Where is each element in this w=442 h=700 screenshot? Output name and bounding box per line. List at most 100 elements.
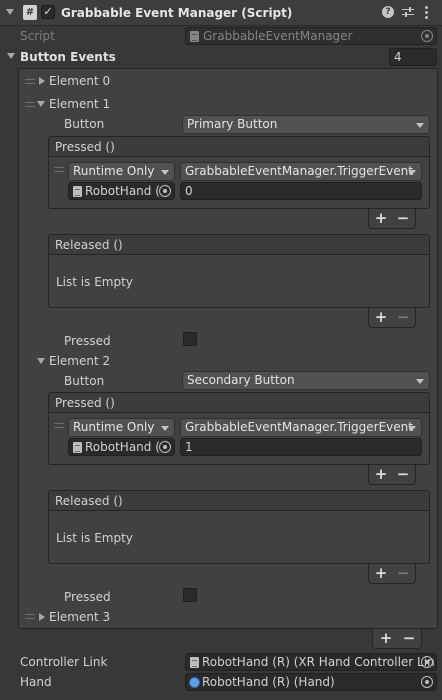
- element-1-foldout-icon[interactable]: [37, 101, 45, 107]
- object-picker-icon[interactable]: [421, 656, 433, 668]
- controller-link-value: RobotHand (R) (XR Hand Controller Lin: [202, 655, 435, 669]
- drag-handle-icon[interactable]: [54, 423, 64, 428]
- element-1-pressed-footer: + −: [368, 209, 416, 229]
- element-1-pressed-title: Pressed (): [49, 137, 429, 157]
- element-1-released-footer: + −: [368, 308, 416, 328]
- plus-icon[interactable]: +: [371, 308, 391, 328]
- script-field: GrabbableEventManager: [185, 27, 437, 45]
- presets-knob-2: [405, 12, 407, 17]
- element-1-function-dropdown[interactable]: GrabbableEventManager.TriggerEvent: [180, 162, 422, 181]
- hand-field[interactable]: RobotHand (R) (Hand): [185, 673, 437, 691]
- element-2-pressed-footer: + −: [368, 465, 416, 485]
- script-file-icon: [73, 186, 82, 197]
- element-2-button-label: Button: [64, 374, 105, 388]
- chevron-down-icon: [416, 379, 424, 384]
- drag-handle-icon[interactable]: [25, 79, 35, 84]
- component-title: Grabbable Event Manager (Script): [61, 6, 293, 20]
- element-1-runtime-dropdown[interactable]: Runtime Only: [68, 162, 175, 181]
- script-label: Script: [20, 29, 55, 43]
- chevron-down-icon: [161, 170, 169, 175]
- object-picker-icon[interactable]: [421, 30, 433, 42]
- element-2-released-title: Released (): [49, 491, 429, 511]
- object-picker-icon[interactable]: [421, 676, 433, 688]
- minus-icon[interactable]: −: [393, 465, 413, 485]
- presets-line-1: [402, 9, 414, 10]
- element-2-label[interactable]: Element 2: [49, 353, 110, 369]
- plus-icon[interactable]: +: [371, 209, 391, 229]
- minus-icon: −: [396, 564, 410, 582]
- element-3-foldout-icon[interactable]: [39, 613, 45, 621]
- chevron-down-icon: [416, 123, 424, 128]
- element-1-target-value: RobotHand (: [85, 184, 160, 198]
- element-2-button-value: Secondary Button: [187, 373, 295, 387]
- object-picker-icon[interactable]: [159, 441, 171, 453]
- plus-icon[interactable]: +: [371, 465, 391, 485]
- element-2-runtime-value: Runtime Only: [73, 420, 155, 434]
- element-1-button-label: Button: [64, 117, 105, 131]
- hand-label: Hand: [20, 675, 52, 689]
- element-1-released-event: Released (): [48, 234, 430, 308]
- drag-handle-icon[interactable]: [25, 614, 35, 619]
- minus-icon[interactable]: −: [399, 629, 419, 649]
- element-2-pressed-checkbox[interactable]: [183, 588, 197, 602]
- drag-handle-icon[interactable]: [25, 102, 35, 107]
- element-1-released-title: Released (): [49, 235, 429, 255]
- button-events-count[interactable]: 4: [389, 48, 437, 66]
- element-2-pressed-label: Pressed: [64, 590, 111, 604]
- script-file-icon: #: [23, 5, 37, 20]
- element-2-pressed-title: Pressed (): [49, 393, 429, 413]
- element-2-function-value: GrabbableEventManager.TriggerEvent: [185, 420, 413, 434]
- kebab-dot-2: [425, 11, 428, 14]
- component-foldout-icon[interactable]: [6, 9, 14, 15]
- element-1-argument-field[interactable]: 0: [180, 182, 422, 200]
- plus-icon[interactable]: +: [371, 564, 391, 584]
- chevron-down-icon: [161, 426, 169, 431]
- help-icon[interactable]: ?: [382, 6, 394, 18]
- script-value: GrabbableEventManager: [203, 29, 353, 43]
- script-file-icon: [73, 442, 82, 453]
- element-1-pressed-label: Pressed: [64, 334, 111, 348]
- element-1-pressed-checkbox[interactable]: [183, 332, 197, 346]
- element-2-function-dropdown[interactable]: GrabbableEventManager.TriggerEvent: [180, 418, 422, 437]
- element-0-label[interactable]: Element 0: [49, 73, 110, 89]
- element-2-released-footer: + −: [368, 564, 416, 584]
- kebab-menu-icon[interactable]: [425, 6, 428, 19]
- presets-knob-1: [409, 7, 411, 12]
- object-picker-icon[interactable]: [159, 185, 171, 197]
- element-3-label[interactable]: Element 3: [49, 609, 110, 625]
- presets-icon[interactable]: [402, 6, 414, 18]
- element-1-button-value: Primary Button: [187, 117, 278, 131]
- chevron-down-icon: [408, 426, 416, 431]
- element-0-foldout-icon[interactable]: [39, 77, 45, 85]
- button-events-foldout-icon[interactable]: [7, 53, 15, 59]
- chevron-down-icon: [408, 170, 416, 175]
- element-2-released-empty: List is Empty: [56, 531, 133, 545]
- button-events-footer: + −: [372, 629, 422, 649]
- hand-value: RobotHand (R) (Hand): [202, 675, 335, 689]
- hand-component-icon: [189, 677, 200, 688]
- plus-icon[interactable]: +: [376, 629, 396, 649]
- minus-icon[interactable]: −: [393, 209, 413, 229]
- element-2-runtime-dropdown[interactable]: Runtime Only: [68, 418, 175, 437]
- element-2-released-event: Released (): [48, 490, 430, 564]
- element-2-target-value: RobotHand (: [85, 440, 160, 454]
- element-1-label[interactable]: Element 1: [49, 96, 110, 112]
- element-2-button-dropdown[interactable]: Secondary Button: [182, 371, 430, 390]
- script-file-icon: [190, 657, 199, 668]
- controller-link-field[interactable]: RobotHand (R) (XR Hand Controller Lin: [185, 653, 437, 671]
- minus-icon: −: [396, 308, 410, 326]
- drag-handle-icon[interactable]: [54, 167, 64, 172]
- element-2-foldout-icon[interactable]: [37, 358, 45, 364]
- component-enabled-checkbox[interactable]: ✓: [41, 5, 55, 19]
- presets-line-2: [402, 14, 414, 15]
- kebab-dot-1: [425, 6, 428, 9]
- element-1-function-value: GrabbableEventManager.TriggerEvent: [185, 164, 413, 178]
- element-1-button-dropdown[interactable]: Primary Button: [182, 115, 430, 134]
- kebab-dot-3: [425, 16, 428, 19]
- button-events-label: Button Events: [20, 50, 116, 64]
- script-file-icon: [190, 31, 199, 42]
- element-2-argument-field[interactable]: 1: [180, 438, 422, 456]
- controller-link-label: Controller Link: [20, 655, 108, 669]
- element-1-runtime-value: Runtime Only: [73, 164, 155, 178]
- element-1-released-empty: List is Empty: [56, 275, 133, 289]
